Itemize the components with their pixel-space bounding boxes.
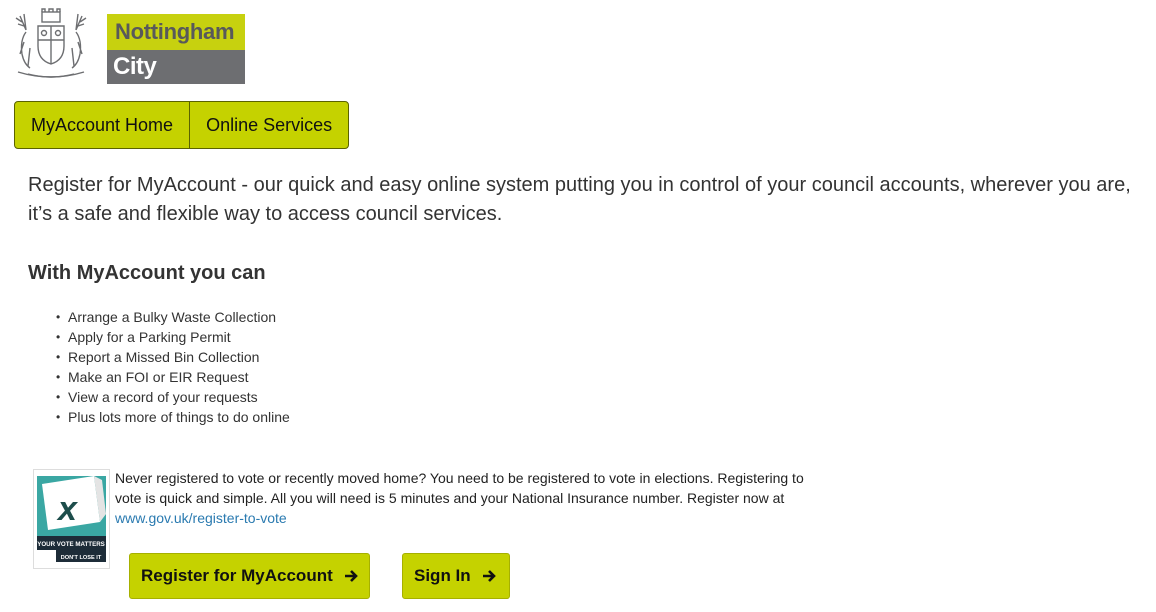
- coat-of-arms-icon: [15, 8, 87, 78]
- badge-text-line2: DON'T LOSE IT: [61, 555, 102, 561]
- voter-notice-text: Never registered to vote or recently mov…: [115, 470, 804, 506]
- list-item-text: View a record of your requests: [68, 389, 258, 405]
- logo-name-line1: Nottingham: [107, 14, 245, 50]
- feature-list: • Arrange a Bulky Waste Collection • Apply…: [56, 307, 290, 427]
- bullet-icon: •: [56, 390, 61, 404]
- register-to-vote-link[interactable]: www.gov.uk/register-to-vote: [115, 510, 287, 526]
- council-logo[interactable]: Nottingham City Council: [12, 8, 245, 114]
- arrow-right-icon: [482, 570, 496, 582]
- bullet-icon: •: [56, 410, 61, 424]
- list-item: • Report a Missed Bin Collection: [56, 347, 290, 367]
- list-item: • Make an FOI or EIR Request: [56, 367, 290, 387]
- list-item: • Plus lots more of things to do online: [56, 407, 290, 427]
- voter-registration-notice: Never registered to vote or recently mov…: [115, 468, 815, 528]
- bullet-icon: •: [56, 370, 61, 384]
- list-item: • View a record of your requests: [56, 387, 290, 407]
- list-item: • Arrange a Bulky Waste Collection: [56, 307, 290, 327]
- svg-text:x: x: [56, 490, 79, 528]
- page: Nottingham City Council MyAccount Home O…: [0, 0, 1156, 612]
- sign-in-button[interactable]: Sign In: [402, 553, 510, 599]
- nav-myaccount-home[interactable]: MyAccount Home: [15, 102, 189, 148]
- intro-text: Register for MyAccount - our quick and e…: [28, 174, 1131, 225]
- features-heading: With MyAccount you can: [28, 262, 266, 284]
- list-item-text: Make an FOI or EIR Request: [68, 369, 249, 385]
- main-nav: MyAccount Home Online Services: [14, 101, 350, 149]
- list-item-text: Apply for a Parking Permit: [68, 329, 231, 345]
- your-vote-matters-badge: x YOUR VOTE MATTERS DON'T LOSE IT: [33, 469, 110, 569]
- nav-online-services[interactable]: Online Services: [189, 102, 348, 148]
- bullet-icon: •: [56, 330, 61, 344]
- list-item-text: Plus lots more of things to do online: [68, 409, 290, 425]
- list-item-text: Arrange a Bulky Waste Collection: [68, 309, 277, 325]
- arrow-right-icon: [344, 570, 358, 582]
- list-item-text: Report a Missed Bin Collection: [68, 349, 260, 365]
- bullet-icon: •: [56, 310, 61, 324]
- badge-text-line1: YOUR VOTE MATTERS: [37, 541, 105, 548]
- list-item: • Apply for a Parking Permit: [56, 327, 290, 347]
- logo-name-line2: City Council: [107, 50, 245, 114]
- register-button[interactable]: Register for MyAccount: [129, 553, 370, 599]
- bullet-icon: •: [56, 350, 61, 364]
- sign-in-button-label: Sign In: [414, 566, 471, 585]
- ballot-icon: x YOUR VOTE MATTERS DON'T LOSE IT: [37, 476, 106, 562]
- register-button-label: Register for MyAccount: [141, 566, 333, 585]
